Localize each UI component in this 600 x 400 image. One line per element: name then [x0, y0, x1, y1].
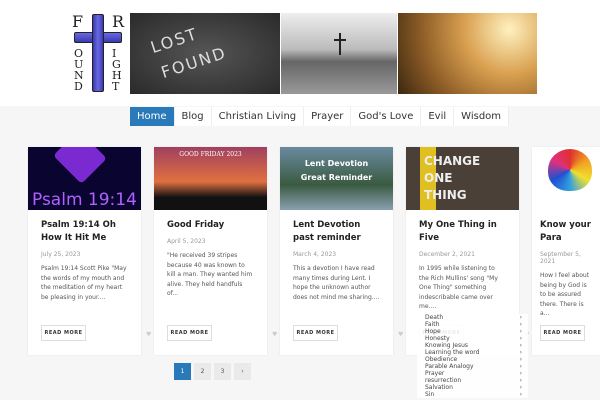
dropdown-item-label: Learning the word [425, 349, 480, 356]
dropdown-item-label: Parable Analogy [425, 363, 474, 370]
chevron-right-icon: › [519, 335, 522, 342]
chevron-right-icon: › [519, 321, 522, 328]
banner-lost-found: LOST FOUND [130, 13, 280, 94]
post-date: December 2, 2021 [419, 251, 475, 258]
next-page-button[interactable]: › [234, 363, 251, 380]
chevron-right-icon: › [519, 370, 522, 377]
category-dropdown: Death › Faith › Hope › Honesty › Knowing Jesus › L… [417, 314, 528, 398]
post-title[interactable]: Know your Para [540, 219, 594, 245]
dropdown-item-label: Honesty [425, 335, 450, 342]
post-image[interactable] [532, 147, 600, 210]
post-card: Know your Para September 5, 2021 How I f… [532, 147, 600, 355]
post-card: Lent Devotion Great Reminder Lent Devoti… [280, 147, 403, 355]
post-title[interactable]: Psalm 19:14 Oh How It Hit Me [41, 219, 128, 245]
nav-evil[interactable]: Evil [421, 107, 455, 126]
post-excerpt: This a devotion I have read many times d… [293, 265, 380, 301]
chevron-right-icon: › [519, 342, 522, 349]
post-image[interactable]: Psalm 19:14 [28, 147, 141, 210]
post-excerpt: "He received 39 stripes because 40 was k… [167, 252, 253, 298]
chevron-right-icon: › [519, 328, 522, 335]
dropdown-item[interactable]: Knowing Jesus › [417, 342, 528, 349]
dropdown-item-label: Death [425, 314, 444, 321]
dropdown-item[interactable]: Parable Analogy › [417, 363, 528, 370]
dropdown-item-label: Sin [425, 391, 435, 398]
dropdown-item[interactable]: Prayer › [417, 370, 528, 377]
post-date: September 5, 2021 [540, 251, 581, 265]
chevron-right-icon: › [519, 391, 522, 398]
post-date: July 25, 2023 [41, 251, 81, 258]
chevron-right-icon: › [519, 384, 522, 391]
post-excerpt: In 1995 while listening to the Rich Mull… [419, 265, 498, 311]
post-excerpt: Psalm 19:14 Scott Pike "May the words of… [41, 265, 127, 301]
nav-prayer[interactable]: Prayer [304, 107, 352, 126]
chevron-right-icon: › [519, 356, 522, 363]
post-card: GOOD FRIDAY 2023 Good Friday April 5, 20… [154, 147, 277, 355]
chevron-right-icon: › [519, 314, 522, 321]
dropdown-item-label: Prayer [425, 370, 445, 377]
dropdown-item-label: Faith [425, 321, 440, 328]
post-image-text: Psalm 19:14 [32, 190, 137, 210]
read-more-button[interactable]: READ MORE [41, 325, 86, 341]
heart-icon[interactable]: ♥ [398, 331, 403, 338]
dropdown-item[interactable]: Hope › [417, 328, 528, 335]
chevron-right-icon: › [519, 363, 522, 370]
page-1-button[interactable]: 1 [174, 363, 191, 380]
dropdown-item-label: Salvation [425, 384, 453, 391]
nav-blog[interactable]: Blog [175, 107, 212, 126]
post-image[interactable]: CHANGE ONE THING [406, 147, 519, 210]
read-more-button[interactable]: READ MORE [293, 325, 338, 341]
chevron-right-icon: › [519, 349, 522, 356]
post-image-text: Lent Devotion Great Reminder [300, 159, 373, 182]
dropdown-item[interactable]: resurrection › [417, 377, 528, 384]
main-nav: Home Blog Christian Living Prayer God's … [130, 107, 510, 126]
dropdown-item-label: Knowing Jesus [425, 342, 469, 349]
banner-sunset [398, 13, 537, 94]
dropdown-item[interactable]: Sin › [417, 391, 528, 398]
post-title[interactable]: Lent Devotion past reminder [293, 219, 380, 245]
post-excerpt: How I feel about being by God is to be a… [540, 272, 590, 318]
nav-wisdom[interactable]: Wisdom [454, 107, 510, 126]
heart-icon[interactable]: ♥ [272, 331, 277, 338]
dropdown-item-label: Obedience [425, 356, 458, 363]
post-title[interactable]: Good Friday [167, 219, 254, 232]
read-more-button[interactable]: READ MORE [540, 325, 585, 341]
header: FR OUND IGHT LOST FOUND [0, 0, 600, 106]
page-3-button[interactable]: 3 [214, 363, 231, 380]
post-date: March 4, 2023 [293, 251, 337, 258]
site-logo[interactable]: FR OUND IGHT [70, 12, 128, 94]
banner-cross-field [281, 13, 397, 94]
page-2-button[interactable]: 2 [194, 363, 211, 380]
dropdown-item-label: resurrection [425, 377, 462, 384]
post-image-text: CHANGE ONE THING [424, 154, 481, 202]
nav-christian-living[interactable]: Christian Living [212, 107, 305, 126]
dropdown-item[interactable]: Learning the word › [417, 349, 528, 356]
post-image[interactable]: GOOD FRIDAY 2023 [154, 147, 267, 210]
nav-home[interactable]: Home [130, 107, 175, 126]
post-title[interactable]: My One Thing in Five [419, 219, 506, 245]
post-image[interactable]: Lent Devotion Great Reminder [280, 147, 393, 210]
dropdown-item[interactable]: Faith › [417, 321, 528, 328]
dropdown-item[interactable]: Obedience › [417, 356, 528, 363]
post-date: April 5, 2023 [167, 238, 206, 245]
post-image-text: GOOD FRIDAY 2023 [179, 151, 242, 158]
dropdown-item[interactable]: Salvation › [417, 384, 528, 391]
dropdown-item[interactable]: Honesty › [417, 335, 528, 342]
dropdown-item[interactable]: Death › [417, 314, 528, 321]
read-more-button[interactable]: READ MORE [167, 325, 212, 341]
heart-icon[interactable]: ♥ [146, 331, 151, 338]
nav-gods-love[interactable]: God's Love [351, 107, 422, 126]
post-card: Psalm 19:14 Psalm 19:14 Oh How It Hit Me… [28, 147, 151, 355]
dropdown-item-label: Hope [425, 328, 441, 335]
chevron-right-icon: › [519, 377, 522, 384]
